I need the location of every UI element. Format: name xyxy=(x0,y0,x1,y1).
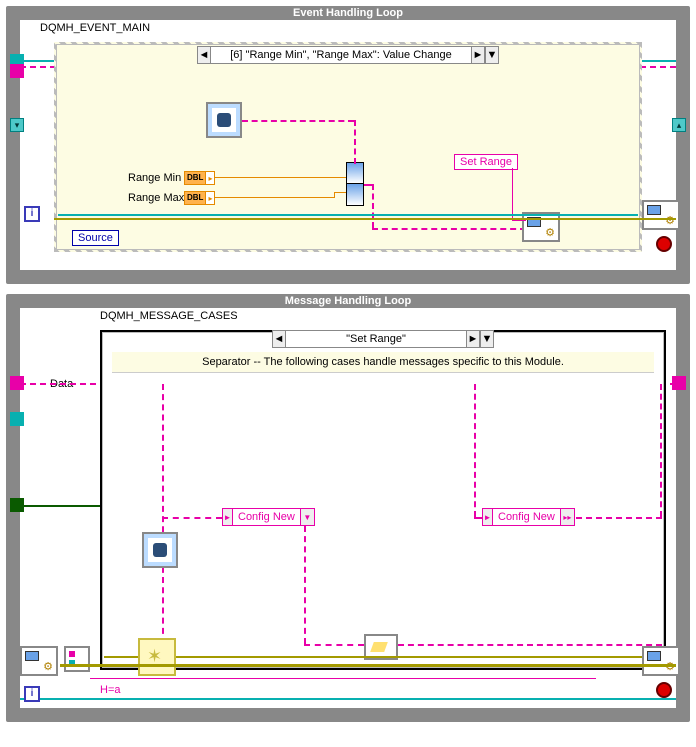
msg-case-text: "Set Range" xyxy=(286,330,466,348)
wire-ref-outer xyxy=(20,698,676,700)
dqmh-broadcast-node[interactable] xyxy=(642,200,680,230)
event-handling-loop: Event Handling Loop DQMH_EVENT_MAIN ▾ ▴ … xyxy=(6,6,690,284)
wire-min xyxy=(214,177,346,178)
tunnel-ref-left xyxy=(10,412,24,426)
range-min-terminal[interactable]: DBL▸ xyxy=(184,171,215,185)
dequeue-node[interactable] xyxy=(20,646,58,676)
class-constant-node[interactable] xyxy=(206,102,242,138)
message-handling-loop: Message Handling Loop DQMH_MESSAGE_CASES… xyxy=(6,294,690,722)
wire-cfg1-to-edit xyxy=(304,644,364,646)
case-dropdown-button[interactable]: ▼ xyxy=(485,46,499,64)
wire-bundle-out-v xyxy=(372,184,374,228)
set-range-string[interactable]: Set Range xyxy=(454,154,518,170)
event-case-text: [6] "Range Min", "Range Max": Value Chan… xyxy=(211,46,471,64)
wire-green-h xyxy=(20,505,102,507)
source-terminal[interactable]: Source xyxy=(72,230,119,246)
wire-max-h1 xyxy=(214,197,334,198)
wire-bundle-out-h xyxy=(364,184,372,186)
wire-cfg2-out-v xyxy=(660,384,662,517)
match-label: H=a xyxy=(100,684,121,696)
wire-ref-bottom xyxy=(58,214,638,216)
wire-to-cfg2 xyxy=(474,517,482,519)
wire-error-out xyxy=(54,218,676,220)
stop-indicator-2 xyxy=(656,682,672,698)
shiftreg-right[interactable]: ▴ xyxy=(672,118,686,132)
case-prev-button[interactable]: ◄ xyxy=(197,46,211,64)
config-new-1[interactable]: ► Config New ▼ xyxy=(222,508,315,526)
process-vi[interactable]: ✶ xyxy=(138,638,176,676)
case-comment: Separator -- The following cases handle … xyxy=(112,352,654,373)
enqueue-node[interactable] xyxy=(522,212,560,242)
wire-to-cfg1 xyxy=(162,517,222,519)
msg-case-selector[interactable]: ◄ "Set Range" ► ▼ xyxy=(272,330,494,348)
event-case-selector[interactable]: ◄ [6] "Range Min", "Range Max": Value Ch… xyxy=(197,46,499,64)
event-loop-title: Event Handling Loop xyxy=(20,6,676,20)
wire-edit-out xyxy=(398,644,662,646)
wire-magenta-outer xyxy=(90,678,596,679)
case-structure: ◄ "Set Range" ► ▼ Separator -- The follo… xyxy=(100,330,666,670)
wire-class-v xyxy=(354,120,356,164)
wire-setrange-v xyxy=(512,168,513,220)
tunnel-magenta-left xyxy=(10,64,24,78)
config-new-2[interactable]: ► Config New ▸▸ xyxy=(482,508,575,526)
range-max-label: Range Max xyxy=(128,192,184,204)
event-loop-struct-label: DQMH_EVENT_MAIN xyxy=(40,22,150,34)
class-constant-node-2[interactable] xyxy=(142,532,178,568)
broadcast-node-2[interactable] xyxy=(642,646,680,676)
case-dropdown-button-2[interactable]: ▼ xyxy=(480,330,494,348)
wire-cfg1-down xyxy=(304,526,306,644)
range-min-label: Range Min xyxy=(128,172,181,184)
iteration-terminal: i xyxy=(24,206,40,222)
wire-max-h2 xyxy=(334,192,346,193)
iteration-terminal-2: i xyxy=(24,686,40,702)
case-next-button[interactable]: ► xyxy=(471,46,485,64)
msg-loop-title: Message Handling Loop xyxy=(20,294,676,308)
wire-setrange-to-q xyxy=(512,220,526,221)
shiftreg-left[interactable]: ▾ xyxy=(10,118,24,132)
wire-bundle-to-q xyxy=(372,228,526,230)
stop-indicator xyxy=(656,236,672,252)
wire-bus-outer xyxy=(60,664,676,667)
range-max-terminal[interactable]: DBL▸ xyxy=(184,191,215,205)
wire-class-h xyxy=(242,120,354,122)
wire-data-split-v2 xyxy=(474,384,476,517)
wire-bus-bot xyxy=(104,656,662,658)
wire-cfg2-out xyxy=(576,517,662,519)
case-next-button-2[interactable]: ► xyxy=(466,330,480,348)
event-structure: ◄ [6] "Range Min", "Range Max": Value Ch… xyxy=(54,42,642,252)
msg-loop-struct-label: DQMH_MESSAGE_CASES xyxy=(100,310,238,322)
case-prev-button-2[interactable]: ◄ xyxy=(272,330,286,348)
wire-data-split-v xyxy=(162,384,164,644)
variant-node[interactable] xyxy=(64,646,90,672)
bundle-node[interactable] xyxy=(346,162,364,206)
